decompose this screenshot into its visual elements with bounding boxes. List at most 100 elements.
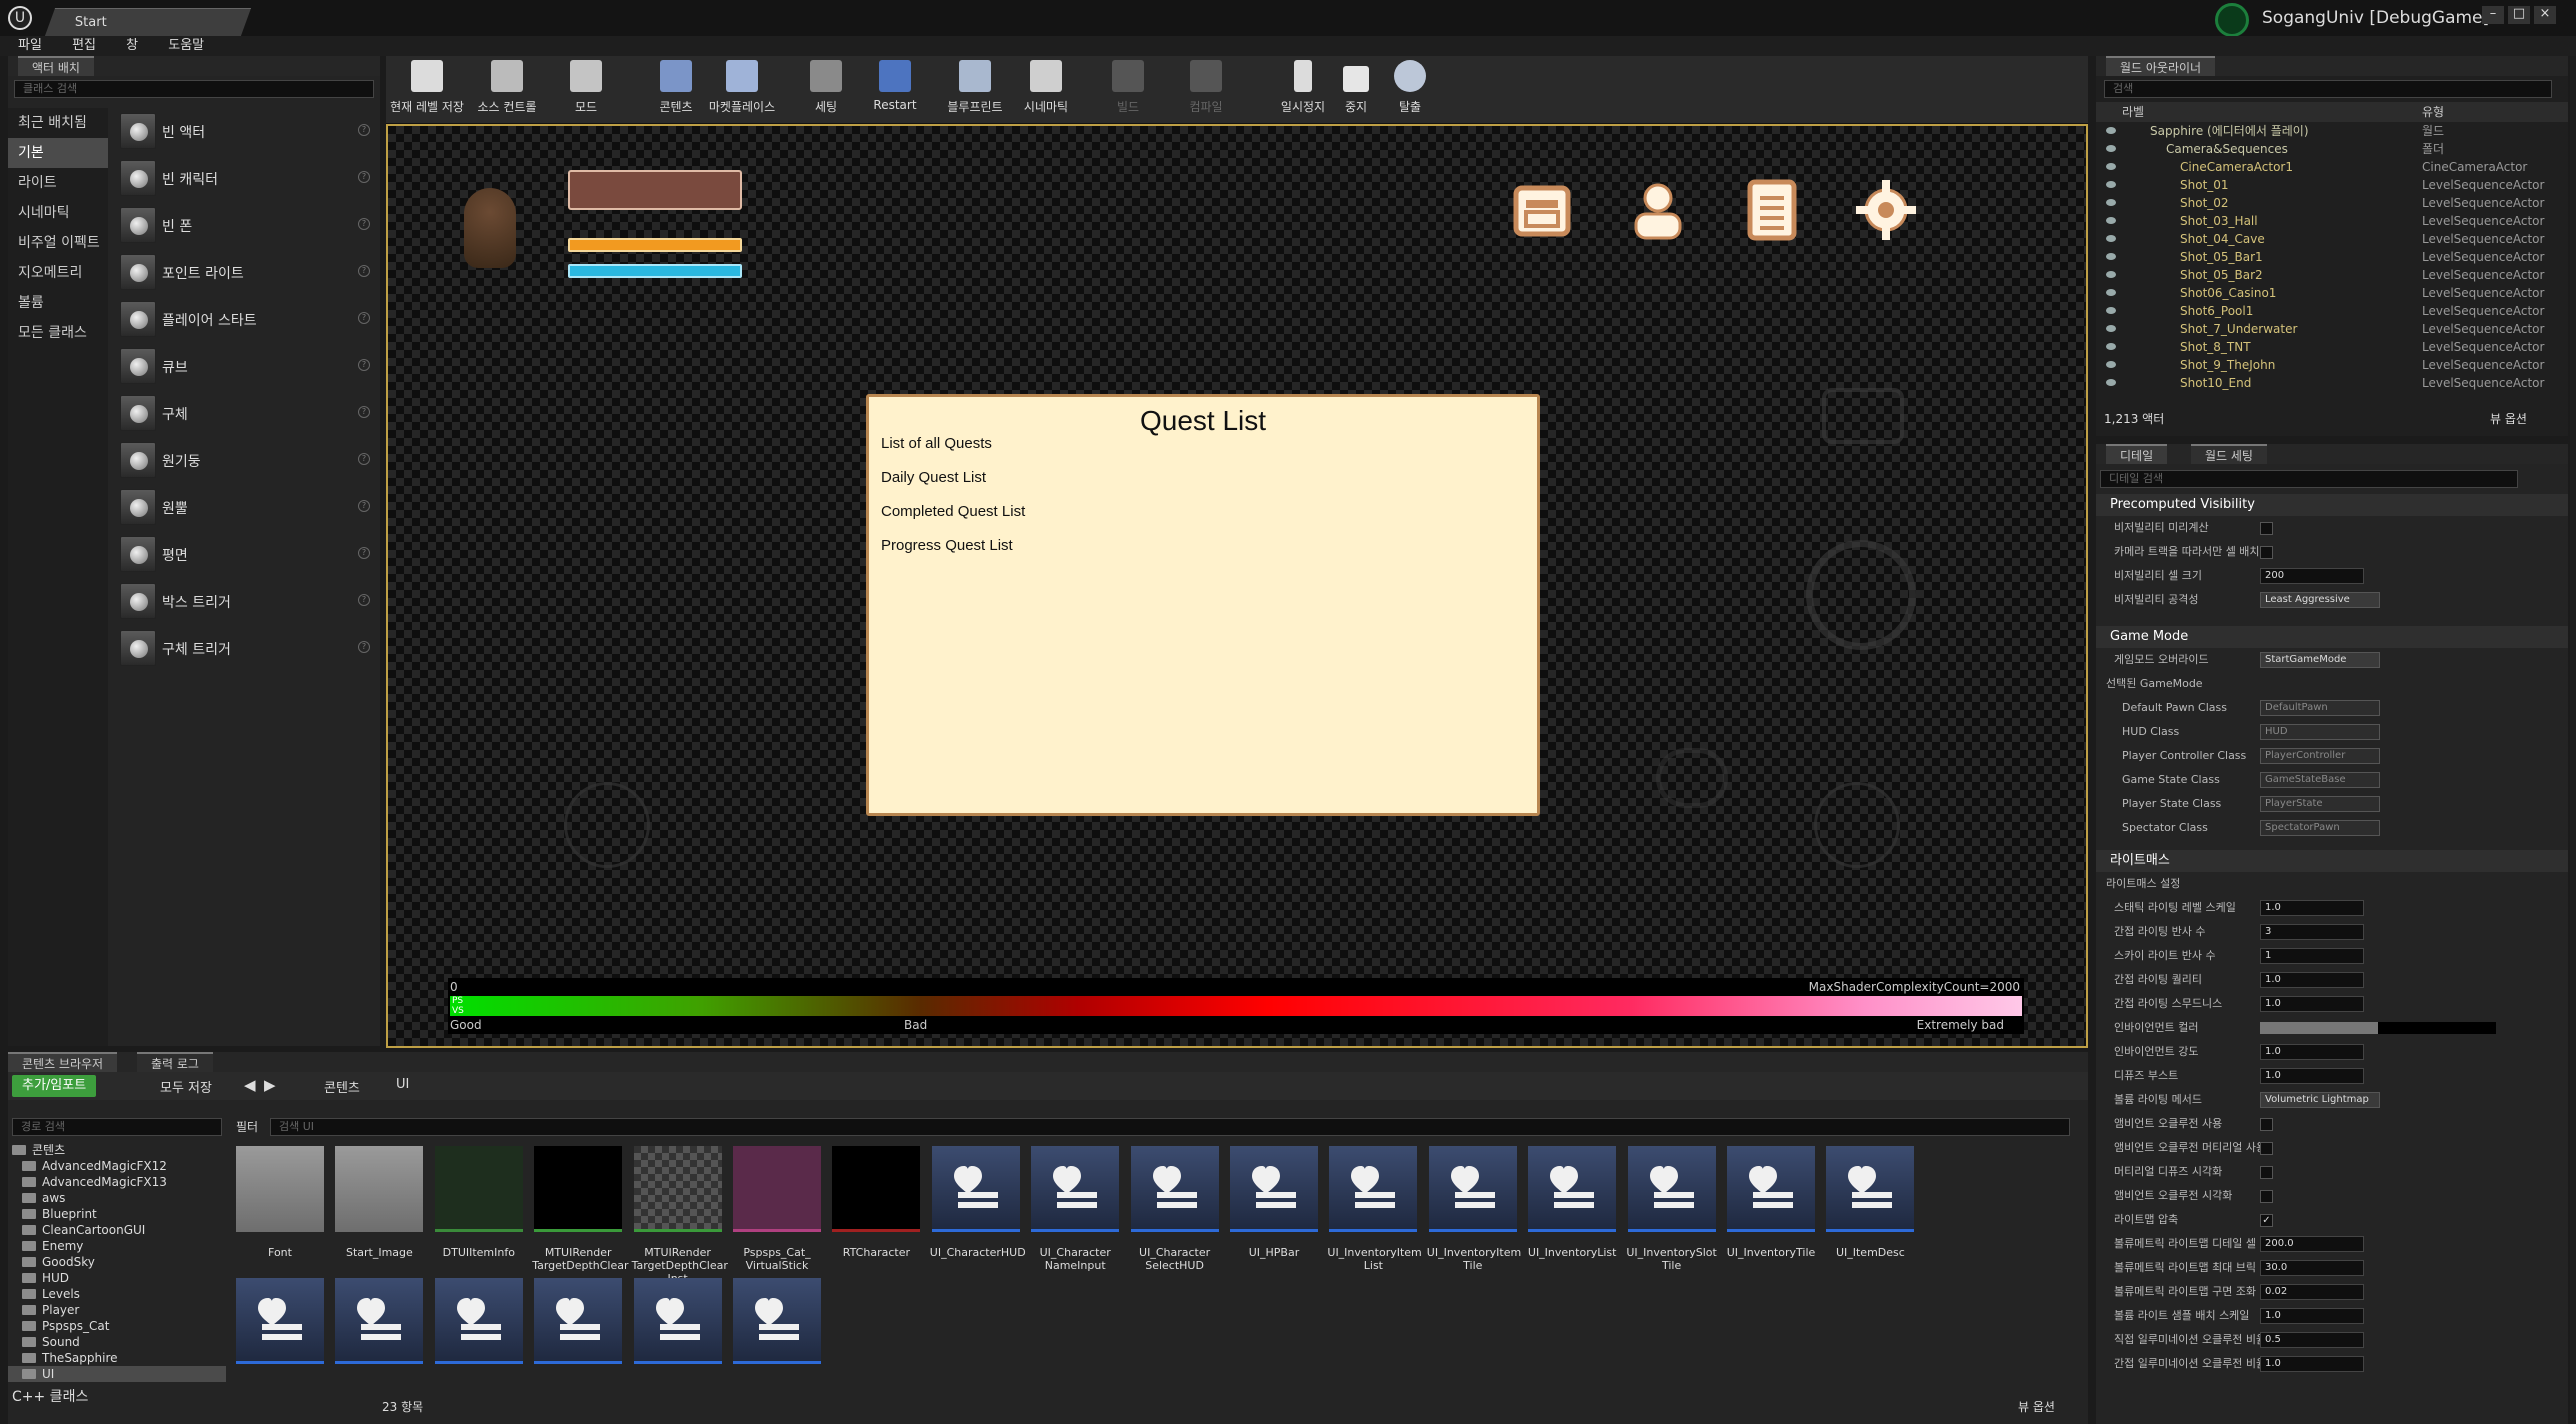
asset-tile[interactable]: [433, 1278, 525, 1364]
detail-value-field[interactable]: 1.0: [2260, 996, 2364, 1012]
detail-value-field[interactable]: 1.0: [2260, 1044, 2364, 1060]
outliner-row[interactable]: Shot_02 LevelSequenceActor: [2096, 194, 2568, 212]
tab-world-settings[interactable]: 월드 세팅: [2190, 444, 2267, 464]
outliner-search-input[interactable]: 검색: [2104, 80, 2552, 98]
folder-item[interactable]: Blueprint: [8, 1206, 226, 1222]
outliner-row[interactable]: Shot_01 LevelSequenceActor: [2096, 176, 2568, 194]
detail-value-field[interactable]: 1.0: [2260, 900, 2364, 916]
visibility-eye-icon[interactable]: [2106, 361, 2116, 368]
blueprints-button[interactable]: 블루프린트: [942, 60, 1008, 115]
detail-value-field[interactable]: 0.02: [2260, 1284, 2364, 1300]
section-lightmass[interactable]: 라이트매스: [2096, 850, 2568, 872]
gamemode-class-dropdown[interactable]: PlayerState: [2260, 796, 2380, 812]
asset-tile[interactable]: MTUIRender TargetDepthClear Inst: [632, 1146, 728, 1285]
source-control-status-icon[interactable]: [2215, 3, 2249, 37]
visibility-eye-icon[interactable]: [2106, 199, 2116, 206]
help-icon[interactable]: ?: [358, 124, 370, 136]
content-button[interactable]: 콘텐츠: [654, 60, 698, 115]
asset-tile[interactable]: [234, 1278, 326, 1364]
help-icon[interactable]: ?: [358, 312, 370, 324]
content-view-options[interactable]: 뷰 옵션: [2018, 1398, 2055, 1415]
asset-tile[interactable]: [731, 1278, 823, 1364]
help-icon[interactable]: ?: [358, 641, 370, 653]
outliner-row[interactable]: Shot06_Casino1 LevelSequenceActor: [2096, 284, 2568, 302]
forward-arrow-icon[interactable]: ▶: [264, 1076, 276, 1094]
quest-daily-button[interactable]: Daily Quest List: [881, 469, 986, 486]
detail-value-field[interactable]: 1: [2260, 948, 2364, 964]
visibility-eye-icon[interactable]: [2106, 343, 2116, 350]
filter-button[interactable]: 필터: [236, 1118, 258, 1135]
outliner-row[interactable]: Camera&Sequences 폴더: [2096, 140, 2568, 158]
category-all-classes[interactable]: 모든 클래스: [8, 318, 108, 348]
detail-checkbox[interactable]: [2260, 1142, 2273, 1155]
detail-dropdown[interactable]: Least Aggressive: [2260, 592, 2380, 608]
restart-button[interactable]: Restart: [870, 60, 920, 112]
unreal-logo-icon[interactable]: U: [8, 6, 32, 30]
help-icon[interactable]: ?: [358, 453, 370, 465]
modes-button[interactable]: 모드: [564, 60, 608, 115]
visibility-eye-icon[interactable]: [2106, 271, 2116, 278]
help-icon[interactable]: ?: [358, 594, 370, 606]
detail-value-field[interactable]: 30.0: [2260, 1260, 2364, 1276]
add-import-button[interactable]: 추가/임포트: [12, 1075, 97, 1097]
source-control-button[interactable]: 소스 컨트롤: [474, 60, 540, 115]
detail-value-field[interactable]: 200: [2260, 568, 2364, 584]
asset-tile[interactable]: UI_Character NameInput: [1029, 1146, 1121, 1272]
folder-item[interactable]: TheSapphire: [8, 1350, 226, 1366]
category-geometry[interactable]: 지오메트리: [8, 258, 108, 288]
folder-item[interactable]: CleanCartoonGUI: [8, 1222, 226, 1238]
menu-help[interactable]: 도움말: [168, 36, 204, 56]
outliner-row[interactable]: Sapphire (에디터에서 플레이) 월드: [2096, 122, 2568, 140]
menu-file[interactable]: 파일: [18, 36, 42, 56]
asset-tile[interactable]: UI_HPBar: [1228, 1146, 1320, 1259]
asset-tile[interactable]: Pspsps_Cat_ VirtualStick: [731, 1146, 823, 1272]
asset-tile[interactable]: UI_InventoryItem Tile: [1427, 1146, 1521, 1272]
asset-tile[interactable]: UI_Character SelectHUD: [1129, 1146, 1221, 1272]
column-label[interactable]: 라벨: [2122, 102, 2144, 122]
asset-tile[interactable]: UI_InventoryItem List: [1327, 1146, 1422, 1272]
path-content[interactable]: 콘텐츠: [324, 1077, 360, 1096]
asset-tile[interactable]: UI_InventorySlot Tile: [1626, 1146, 1718, 1272]
folder-item[interactable]: Enemy: [8, 1238, 226, 1254]
eject-button[interactable]: 탈출: [1388, 60, 1432, 115]
tree-root-content[interactable]: 콘텐츠: [8, 1142, 226, 1158]
visibility-eye-icon[interactable]: [2106, 307, 2116, 314]
gamemode-class-dropdown[interactable]: DefaultPawn: [2260, 700, 2380, 716]
outliner-row[interactable]: Shot_05_Bar2 LevelSequenceActor: [2096, 266, 2568, 284]
folder-item[interactable]: HUD: [8, 1270, 226, 1286]
outliner-row[interactable]: Shot_04_Cave LevelSequenceActor: [2096, 230, 2568, 248]
detail-checkbox[interactable]: [2260, 546, 2273, 559]
settings-button[interactable]: 세팅: [804, 60, 848, 115]
visibility-eye-icon[interactable]: [2106, 127, 2116, 134]
detail-value-field[interactable]: 0.5: [2260, 1332, 2364, 1348]
back-arrow-icon[interactable]: ◀: [244, 1076, 256, 1094]
gamemode-class-dropdown[interactable]: SpectatorPawn: [2260, 820, 2380, 836]
visibility-eye-icon[interactable]: [2106, 253, 2116, 260]
menu-window[interactable]: 창: [126, 36, 138, 56]
outliner-row[interactable]: Shot_9_TheJohn LevelSequenceActor: [2096, 356, 2568, 374]
place-item-empty-character[interactable]: 빈 캐릭터?: [112, 155, 380, 202]
details-search-input[interactable]: 디테일 검색: [2100, 470, 2518, 488]
outliner-row[interactable]: Shot_7_Underwater LevelSequenceActor: [2096, 320, 2568, 338]
asset-tile[interactable]: RTCharacter: [830, 1146, 922, 1259]
place-item-player-start[interactable]: 플레이어 스타트?: [112, 296, 380, 343]
character-profile-icon[interactable]: [1626, 178, 1690, 242]
place-item-plane[interactable]: 평면?: [112, 531, 380, 578]
quest-log-icon[interactable]: [1740, 178, 1804, 242]
help-icon[interactable]: ?: [358, 265, 370, 277]
column-type[interactable]: 유형: [2422, 102, 2444, 122]
visibility-eye-icon[interactable]: [2106, 235, 2116, 242]
tab-output-log[interactable]: 출력 로그: [136, 1052, 213, 1072]
class-search-input[interactable]: 클래스 검색: [14, 80, 374, 98]
minimize-button[interactable]: –: [2482, 6, 2504, 24]
tab-world-outliner[interactable]: 월드 아웃라이너: [2106, 56, 2216, 76]
visibility-eye-icon[interactable]: [2106, 217, 2116, 224]
path-ui[interactable]: UI: [396, 1077, 409, 1092]
detail-value-field[interactable]: 1.0: [2260, 972, 2364, 988]
ambient-color-swatch[interactable]: [2260, 1022, 2496, 1034]
help-icon[interactable]: ?: [358, 500, 370, 512]
category-basic[interactable]: 기본: [8, 138, 108, 168]
outliner-view-options[interactable]: 뷰 옵션: [2490, 410, 2527, 427]
visibility-eye-icon[interactable]: [2106, 379, 2116, 386]
gamemode-class-dropdown[interactable]: HUD: [2260, 724, 2380, 740]
